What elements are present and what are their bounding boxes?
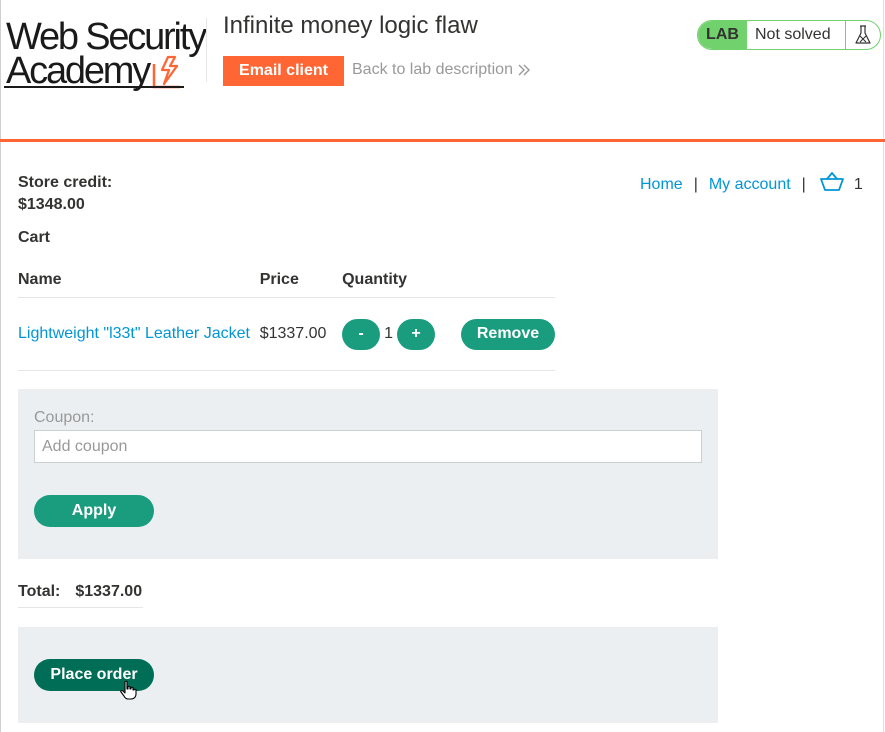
cart-item-price: $1337.00 — [259, 297, 343, 371]
store-credit-value: $1348.00 — [18, 196, 85, 213]
double-chevron-right-icon — [518, 64, 530, 76]
total-value: $1337.00 — [75, 583, 143, 600]
total-label: Total: — [18, 583, 61, 600]
decrease-quantity-button[interactable]: - — [342, 318, 381, 350]
page-scrollbar-edge — [883, 0, 884, 732]
product-link[interactable]: Lightweight "l33t" Leather Jacket — [18, 325, 250, 342]
logo-underline — [4, 86, 184, 88]
cart-table: Name Price Quantity Lightweight "l33t" L… — [18, 262, 555, 371]
header-divider — [206, 18, 207, 82]
increase-quantity-button[interactable]: + — [397, 318, 435, 350]
cart-count: 1 — [853, 175, 863, 193]
lab-status-badge: LAB Not solved — [697, 20, 881, 50]
lightning-bolt-icon — [152, 55, 180, 89]
account-navigation: Home | My account | 1 — [640, 172, 863, 197]
nav-separator: | — [693, 175, 698, 193]
order-total: Total: $1337.00 — [18, 583, 143, 608]
coupon-label: Coupon: — [34, 409, 95, 426]
home-link[interactable]: Home — [640, 176, 683, 194]
lab-tag: LAB — [698, 21, 747, 49]
hand-pointer-cursor-icon — [120, 680, 137, 700]
cart-item-quantity-cell: - 1 + Remove — [342, 297, 555, 371]
lab-title: Infinite money logic flaw — [223, 12, 478, 39]
cart-item-name-cell: Lightweight "l33t" Leather Jacket — [18, 297, 260, 371]
back-to-lab-description-link[interactable]: Back to lab description — [352, 61, 531, 79]
column-header-price: Price — [259, 262, 343, 298]
coupon-input[interactable] — [34, 430, 702, 463]
remove-item-button[interactable]: Remove — [461, 318, 555, 350]
email-client-button[interactable]: Email client — [223, 56, 344, 86]
basket-icon[interactable] — [819, 172, 844, 197]
lab-status-text: Not solved — [755, 26, 831, 43]
cart-table-header: Name Price Quantity — [18, 262, 555, 298]
header-orange-rule — [0, 139, 885, 142]
my-account-link[interactable]: My account — [709, 176, 791, 194]
column-header-name: Name — [18, 262, 260, 298]
quantity-value: 1 — [384, 325, 393, 342]
table-row: Lightweight "l33t" Leather Jacket $1337.… — [18, 297, 555, 371]
nav-separator: | — [801, 175, 806, 193]
web-security-academy-logo[interactable]: Web Security Academy — [4, 14, 207, 92]
store-credit-label: Store credit: — [18, 174, 113, 191]
column-header-quantity: Quantity — [342, 262, 555, 298]
flask-icon — [845, 21, 880, 49]
coupon-panel — [18, 389, 718, 559]
quantity-stepper: - 1 + Remove — [342, 318, 555, 350]
logo-text-line2: Academy — [6, 50, 151, 92]
apply-coupon-button[interactable]: Apply — [34, 495, 154, 527]
cart-heading: Cart — [18, 229, 51, 246]
back-link-label: Back to lab description — [352, 61, 513, 78]
page-left-border — [0, 0, 1, 732]
